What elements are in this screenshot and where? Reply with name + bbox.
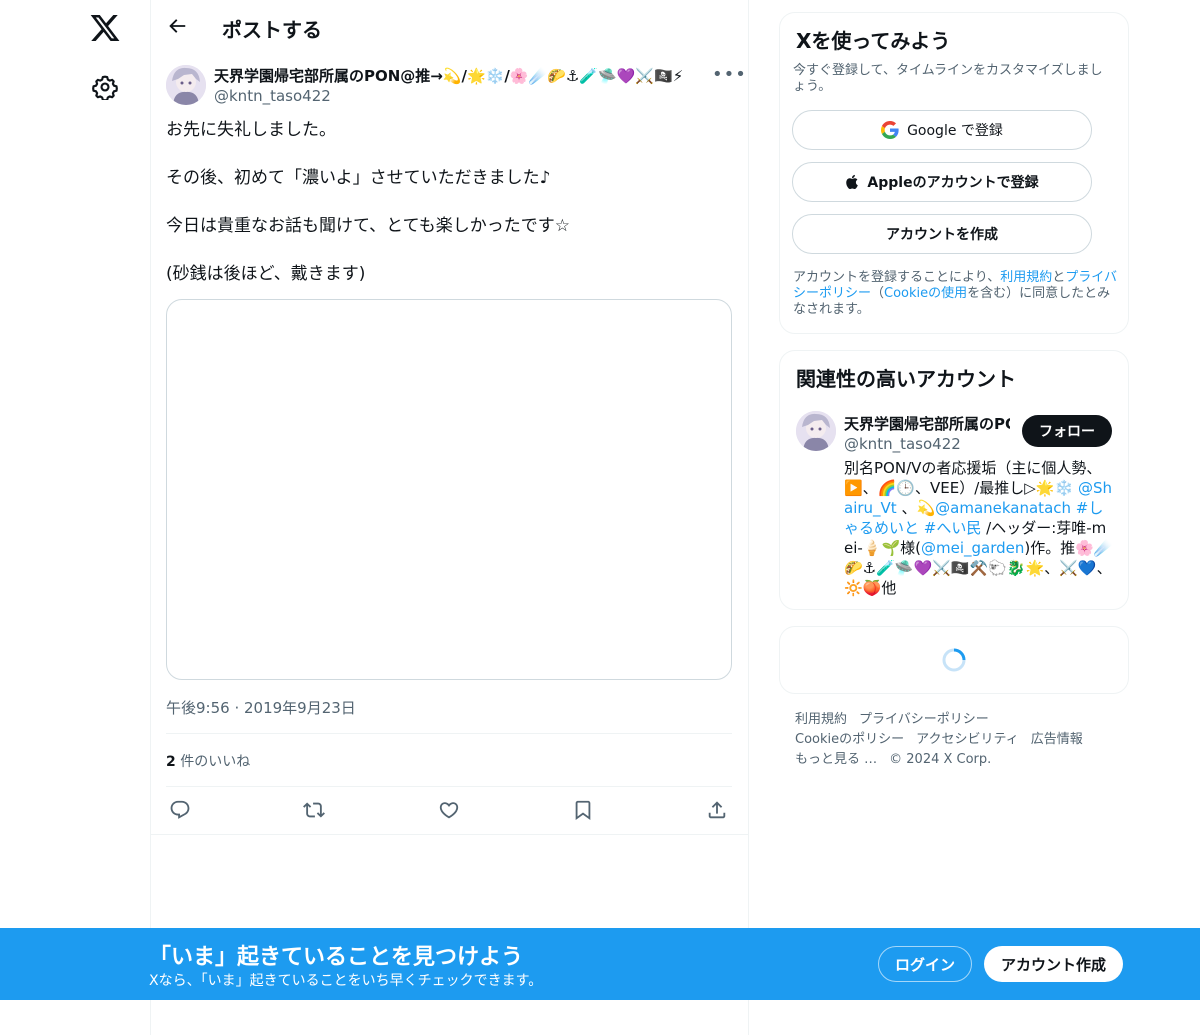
like-heart-icon[interactable]	[435, 796, 463, 824]
apple-icon	[846, 174, 859, 190]
tweet-media-placeholder[interactable]	[166, 299, 732, 680]
tweet-timestamp[interactable]: 午後9:56 · 2019年9月23日	[166, 697, 356, 718]
signup-card-subtitle: 今すぐ登録して、タイムラインをカスタマイズしましょう。	[793, 63, 1103, 94]
reply-icon[interactable]	[166, 796, 194, 824]
left-navigation	[0, 0, 151, 1035]
login-banner: 「いま」起きていることを見つけよう Xなら、「いま」起きていることをいち早くチェ…	[0, 928, 1200, 1000]
legal-paren: （	[871, 286, 885, 301]
related-account-avatar[interactable]	[796, 411, 836, 451]
related-account-bio: 別名PON/Vの者応援垢（主に個人勢、▶️、🌈🕒、VEE）/最推し▷🌟❄️ @S…	[844, 458, 1114, 598]
follow-button[interactable]: フォロー	[1022, 415, 1112, 447]
tweet-line: (砂銭は後ほど、戴きます)	[166, 264, 366, 284]
tweet-line: 今日は貴重なお話も聞けて、とても楽しかったです☆	[166, 216, 571, 236]
bio-text: 別名PON/Vの者応援垢（主に個人勢、▶️、🌈🕒、VEE）/最推し▷🌟❄️	[844, 459, 1102, 497]
author-avatar[interactable]	[166, 65, 206, 105]
signup-card: Xを使ってみよう 今すぐ登録して、タイムラインをカスタマイズしましょう。 Goo…	[779, 12, 1129, 334]
signup-button[interactable]: アカウント作成	[984, 946, 1123, 982]
related-card-title: 関連性の高いアカウント	[796, 367, 1016, 391]
banner-subtitle: Xなら、「いま」起きていることをいち早くチェックできます。	[149, 973, 543, 989]
repost-icon[interactable]	[300, 796, 328, 824]
bookmark-icon[interactable]	[569, 796, 597, 824]
main-column: ポストする 天界学園帰宅部所属のPON@推→💫/🌟❄️/🌸☄️🌮⚓🧪🛸💜⚔️🏴‍…	[150, 0, 749, 1035]
page-title: ポストする	[222, 18, 322, 42]
footer-links: 利用規約 プライバシーポリシー Cookieのポリシー アクセシビリティ 広告情報 も…	[795, 710, 1115, 770]
author-handle[interactable]: @kntn_taso422	[214, 87, 331, 105]
legal-pre: アカウントを登録することにより、	[793, 270, 1001, 285]
page-header: ポストする	[150, 0, 748, 53]
banner-title: 「いま」起きていることを見つけよう	[149, 945, 524, 970]
bio-hashtag-link[interactable]: #へい民	[924, 519, 982, 537]
likes-number: 2	[166, 754, 176, 770]
copyright: © 2024 X Corp.	[889, 752, 992, 767]
login-button[interactable]: ログイン	[878, 946, 972, 982]
settings-gear-icon[interactable]	[92, 74, 118, 102]
tweet-text: お先に失礼しました。 その後、初めて「濃いよ」させていただきました♪ 今日は貴重…	[166, 118, 732, 310]
bio-mention-link[interactable]: @mei_garden	[921, 539, 1024, 557]
share-icon[interactable]	[703, 796, 731, 824]
footer-link[interactable]: Cookieのポリシー	[795, 732, 904, 747]
google-signup-label: Google で登録	[907, 123, 1003, 139]
footer-link[interactable]: プライバシーポリシー	[859, 712, 989, 727]
google-icon	[881, 121, 899, 139]
bio-text: 、💫	[896, 499, 936, 517]
footer-link[interactable]: アクセシビリティ	[916, 732, 1019, 747]
x-logo-icon[interactable]	[89, 12, 121, 44]
footer-link[interactable]: 広告情報	[1031, 732, 1083, 747]
loading-card	[779, 626, 1129, 694]
divider	[166, 733, 732, 734]
more-options-icon[interactable]: •••	[712, 64, 747, 85]
google-signup-button[interactable]: Google で登録	[792, 110, 1092, 150]
tweet-line: お先に失礼しました。	[166, 120, 336, 140]
apple-signup-button[interactable]: Appleのアカウントで登録	[792, 162, 1092, 202]
terms-link[interactable]: 利用規約	[1000, 270, 1052, 285]
legal-and: と	[1052, 270, 1066, 285]
related-account-name[interactable]: 天界学園帰宅部所属のPON@推→	[844, 413, 1010, 434]
create-account-button[interactable]: アカウントを作成	[792, 214, 1092, 254]
cookie-link[interactable]: Cookieの使用	[884, 286, 967, 301]
divider	[150, 834, 748, 835]
create-account-label: アカウントを作成	[886, 227, 998, 243]
divider	[166, 786, 732, 787]
likes-label: 件のいいね	[175, 754, 251, 770]
loading-spinner-icon	[941, 647, 967, 673]
related-account-handle[interactable]: @kntn_taso422	[844, 435, 961, 453]
tweet-line: その後、初めて「濃いよ」させていただきました♪	[166, 168, 551, 188]
footer-more-link[interactable]: もっと見る …	[795, 752, 877, 767]
related-accounts-card: 関連性の高いアカウント 天界学園帰宅部所属のPON@推→ @kntn_taso4…	[779, 350, 1129, 610]
back-arrow-icon[interactable]	[166, 15, 188, 37]
signup-card-title: Xを使ってみよう	[796, 29, 951, 53]
tweet-actions	[166, 796, 732, 826]
footer-link[interactable]: 利用規約	[795, 712, 847, 727]
bio-mention-link[interactable]: @amanekanatach	[935, 499, 1071, 517]
legal-text: アカウントを登録することにより、利用規約とプライバシーポリシー（Cookieの使…	[793, 270, 1118, 318]
likes-count[interactable]: 2 件のいいね	[166, 751, 250, 771]
author-name[interactable]: 天界学園帰宅部所属のPON@推→💫/🌟❄️/🌸☄️🌮⚓🧪🛸💜⚔️🏴‍☠️⚡	[214, 65, 700, 86]
apple-signup-label: Appleのアカウントで登録	[867, 175, 1039, 191]
